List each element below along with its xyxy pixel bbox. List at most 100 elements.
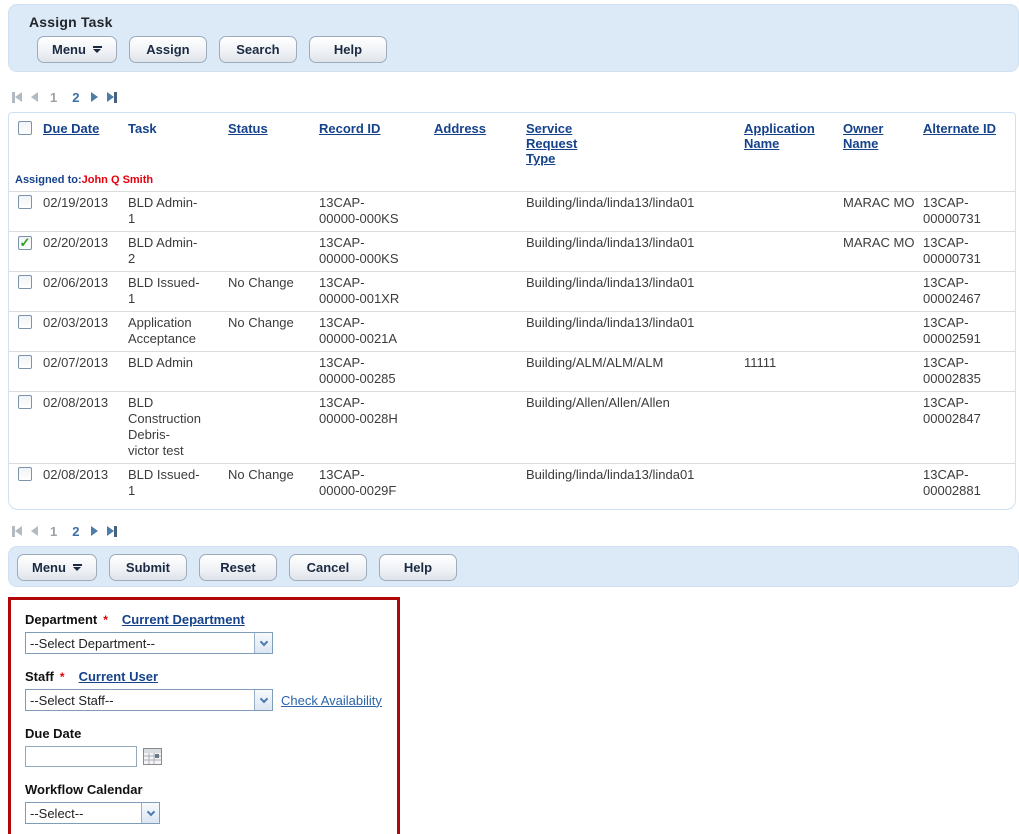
cell-alternate-id: 13CAP- 00000731 [919, 232, 1015, 272]
workflow-calendar-group: Workflow Calendar --Select-- [25, 782, 385, 824]
cell-status: No Change [224, 312, 315, 352]
previous-page-icon[interactable] [31, 92, 38, 102]
column-header-owner-name[interactable]: Owner Name [843, 121, 895, 151]
cell-owner-name [839, 352, 919, 392]
row-checkbox[interactable] [18, 395, 32, 409]
submit-button[interactable]: Submit [109, 554, 187, 581]
help-button[interactable]: Help [309, 36, 387, 63]
reset-button[interactable]: Reset [199, 554, 277, 581]
cell-application-name [740, 464, 839, 504]
column-header-status[interactable]: Status [228, 121, 268, 136]
table-row: 02/03/2013Application AcceptanceNo Chang… [9, 312, 1015, 352]
cell-service-request-type: Building/ALM/ALM/ALM [522, 352, 740, 392]
chevron-down-icon [254, 633, 272, 653]
cell-application-name [740, 312, 839, 352]
table-row: 02/08/2013BLD Issued- 1No Change13CAP- 0… [9, 464, 1015, 504]
page-title: Assign Task [29, 14, 1018, 30]
department-select-value: --Select Department-- [26, 636, 254, 651]
cell-application-name [740, 272, 839, 312]
cell-status [224, 392, 315, 464]
row-checkbox[interactable] [18, 315, 32, 329]
next-page-icon[interactable] [91, 92, 98, 102]
cancel-button[interactable]: Cancel [289, 554, 367, 581]
cell-status [224, 352, 315, 392]
menu-button[interactable]: Menu [17, 554, 97, 581]
row-checkbox[interactable] [18, 467, 32, 481]
column-header-service-request-type[interactable]: Service Request Type [526, 121, 588, 166]
page-number-link[interactable]: 2 [72, 90, 79, 105]
cell-alternate-id: 13CAP- 00002881 [919, 464, 1015, 504]
cell-status: No Change [224, 272, 315, 312]
menu-button-label: Menu [32, 560, 66, 575]
cell-alternate-id: 13CAP- 00002847 [919, 392, 1015, 464]
cell-task: BLD Admin- 2 [124, 232, 224, 272]
cell-alternate-id: 13CAP- 00000731 [919, 192, 1015, 232]
select-all-checkbox[interactable] [18, 121, 32, 135]
pagination-top: 1 2 [12, 89, 1019, 105]
cell-record-id: 13CAP- 00000-00285 [315, 352, 430, 392]
form-toolbar: Menu Submit Reset Cancel Help [8, 546, 1019, 587]
header-button-row: Menu Assign Search Help [29, 30, 1018, 63]
cell-status [224, 192, 315, 232]
assigned-to-label: Assigned to: [15, 174, 82, 186]
first-page-icon[interactable] [12, 92, 22, 103]
department-select[interactable]: --Select Department-- [25, 632, 273, 654]
column-header-address[interactable]: Address [434, 121, 486, 136]
required-marker: * [60, 670, 65, 684]
assign-task-panel: Assign Task Menu Assign Search Help [8, 4, 1019, 72]
cell-address [430, 392, 522, 464]
workflow-calendar-select[interactable]: --Select-- [25, 802, 160, 824]
row-checkbox[interactable] [18, 355, 32, 369]
page-number-current: 1 [50, 90, 57, 105]
column-header-record-id[interactable]: Record ID [319, 121, 380, 136]
cell-alternate-id: 13CAP- 00002591 [919, 312, 1015, 352]
cell-application-name: 11111 [740, 352, 839, 392]
column-header-application-name[interactable]: Application Name [744, 121, 834, 151]
current-user-link[interactable]: Current User [79, 669, 158, 684]
last-page-icon[interactable] [107, 526, 117, 537]
table-header-row: Due Date Task Status Record ID Address S… [9, 113, 1015, 170]
cell-service-request-type: Building/linda/linda13/linda01 [522, 192, 740, 232]
task-table-body: 02/19/2013BLD Admin- 113CAP- 00000-000KS… [9, 192, 1015, 504]
page-number-link[interactable]: 2 [72, 524, 79, 539]
cell-address [430, 352, 522, 392]
cell-application-name [740, 192, 839, 232]
table-row: 02/08/2013BLD Construction Debris- victo… [9, 392, 1015, 464]
department-group: Department * Current Department --Select… [25, 612, 385, 654]
cell-owner-name [839, 312, 919, 352]
cell-record-id: 13CAP- 00000-000KS [315, 192, 430, 232]
cell-owner-name: MARAC MO [839, 232, 919, 272]
due-date-input[interactable] [25, 746, 137, 767]
staff-select[interactable]: --Select Staff-- [25, 689, 273, 711]
cell-status: No Change [224, 464, 315, 504]
menu-dropdown-icon [93, 46, 102, 53]
cell-alternate-id: 13CAP- 00002835 [919, 352, 1015, 392]
check-availability-link[interactable]: Check Availability [281, 693, 382, 708]
help-button[interactable]: Help [379, 554, 457, 581]
column-header-alternate-id[interactable]: Alternate ID [923, 121, 996, 136]
current-department-link[interactable]: Current Department [122, 612, 245, 627]
staff-label: Staff [25, 669, 54, 684]
first-page-icon[interactable] [12, 526, 22, 537]
last-page-icon[interactable] [107, 92, 117, 103]
department-label: Department [25, 612, 97, 627]
column-header-due-date[interactable]: Due Date [43, 121, 99, 136]
next-page-icon[interactable] [91, 526, 98, 536]
menu-button-label: Menu [52, 42, 86, 57]
calendar-icon[interactable] [143, 748, 162, 765]
table-row: ✓02/20/2013BLD Admin- 213CAP- 00000-000K… [9, 232, 1015, 272]
menu-button[interactable]: Menu [37, 36, 117, 63]
row-checkbox[interactable] [18, 275, 32, 289]
cell-task: BLD Issued- 1 [124, 272, 224, 312]
previous-page-icon[interactable] [31, 526, 38, 536]
row-checkbox[interactable] [18, 195, 32, 209]
cell-due-date: 02/03/2013 [39, 312, 124, 352]
cell-due-date: 02/08/2013 [39, 464, 124, 504]
assigned-to-group-row: Assigned to:John Q Smith [9, 170, 1015, 192]
row-checkbox[interactable]: ✓ [18, 236, 32, 250]
task-list-container: Due Date Task Status Record ID Address S… [8, 112, 1016, 510]
assignment-form: Department * Current Department --Select… [8, 597, 400, 834]
cell-address [430, 192, 522, 232]
assign-button[interactable]: Assign [129, 36, 207, 63]
search-button[interactable]: Search [219, 36, 297, 63]
